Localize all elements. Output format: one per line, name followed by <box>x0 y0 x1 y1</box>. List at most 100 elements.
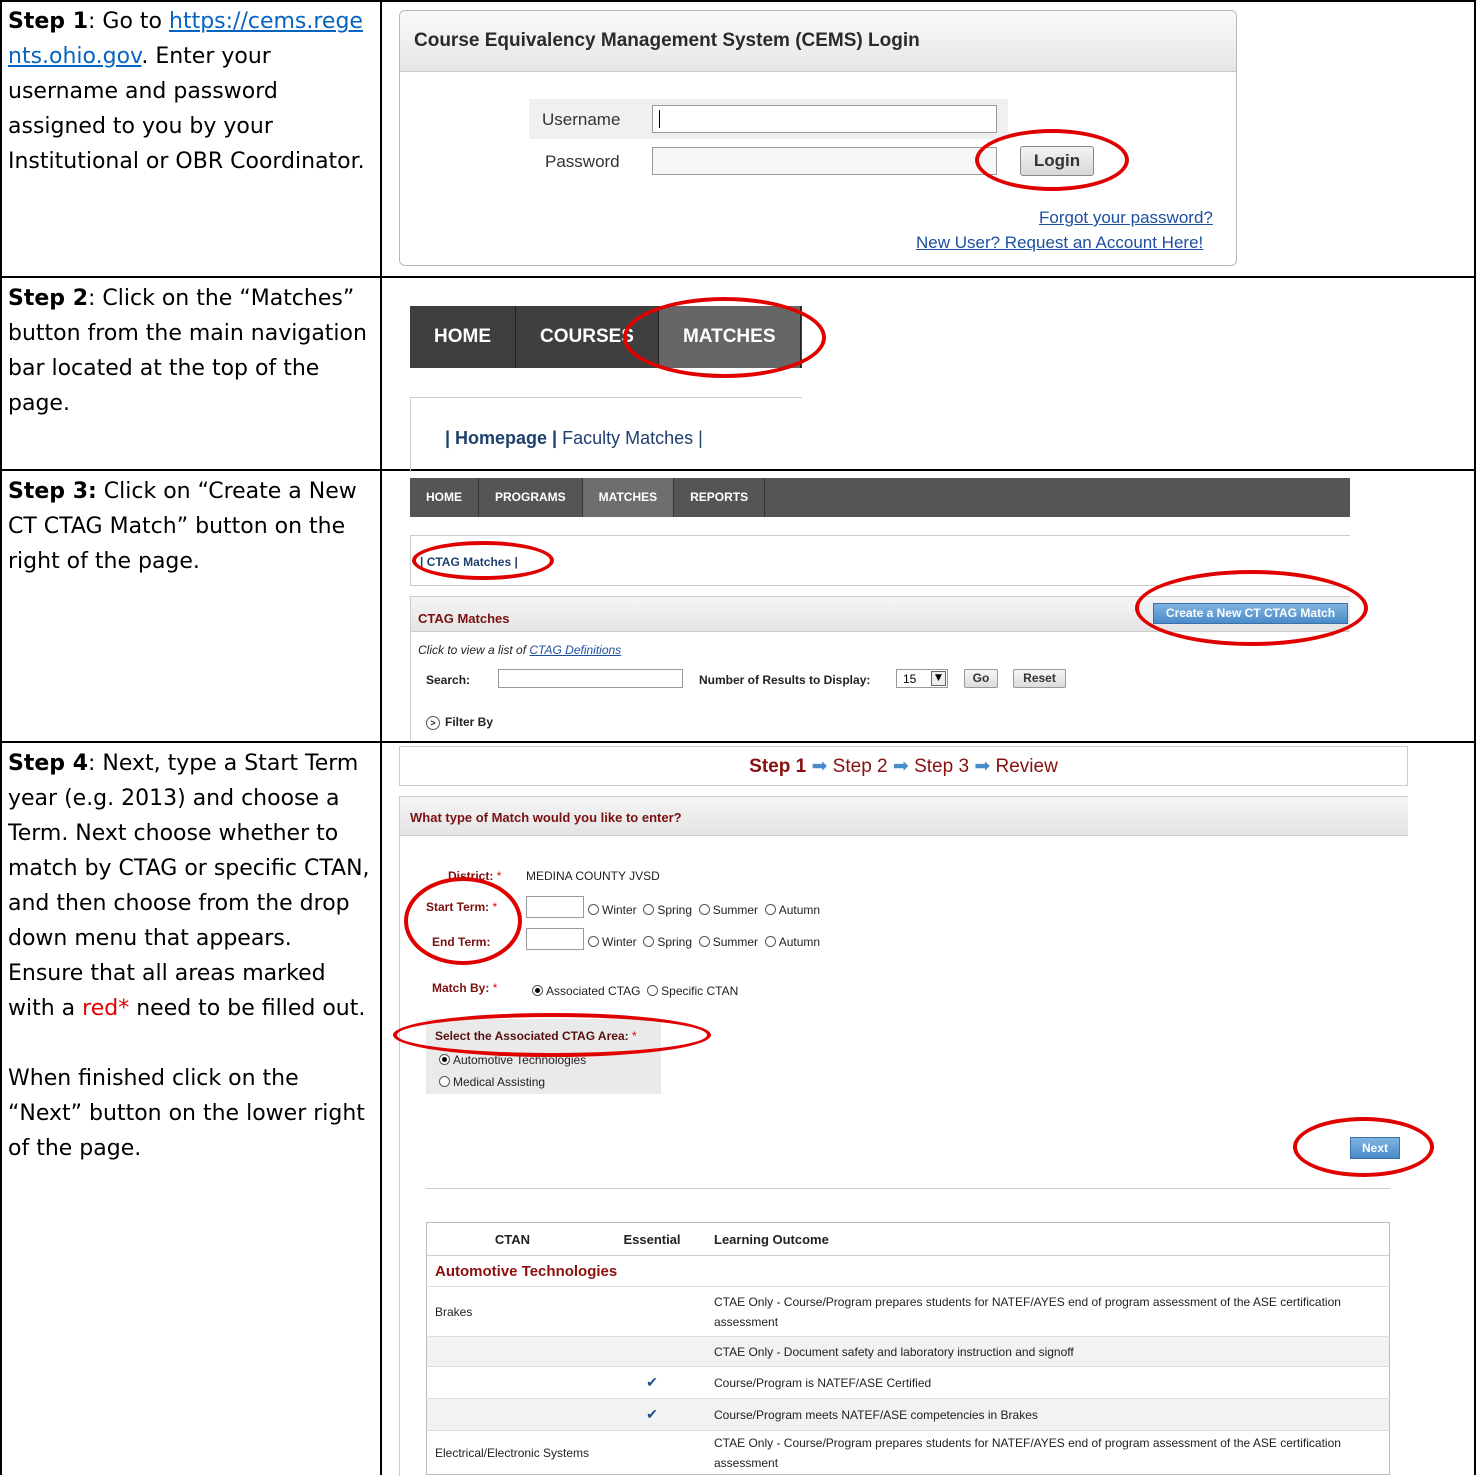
username-input[interactable] <box>652 105 997 133</box>
radio-icon <box>698 936 710 947</box>
end-term-field: End Term: <box>432 935 490 949</box>
row-divider-3 <box>0 741 1476 743</box>
ctag-automotive-label: Automotive Technologies <box>453 1053 587 1067</box>
required-mark: * <box>496 869 502 883</box>
go-button[interactable]: Go <box>964 669 998 688</box>
start-spring[interactable]: Spring <box>643 903 692 917</box>
nav3-reports[interactable]: REPORTS <box>674 478 766 517</box>
match-type-title: What type of Match would you like to ent… <box>410 810 682 825</box>
reset-button[interactable]: Reset <box>1013 669 1066 688</box>
radio-icon <box>588 904 599 915</box>
cell-ctan: Brakes <box>426 1286 598 1337</box>
filter-by-label: Filter By <box>445 715 494 729</box>
start-summer[interactable]: Summer <box>698 903 759 917</box>
start-autumn[interactable]: Autumn <box>764 903 820 917</box>
step-2-label: Step 2 <box>8 286 88 311</box>
radio-icon <box>698 904 710 915</box>
match-specific-ctan[interactable]: Specific CTAN <box>647 984 738 998</box>
end-summer-label: Summer <box>712 935 759 949</box>
radio-icon <box>764 936 776 947</box>
filter-by[interactable]: > Filter By <box>426 715 493 730</box>
district-value: MEDINA COUNTY JVSD <box>526 869 660 883</box>
end-winter[interactable]: Winter <box>588 935 637 949</box>
cell-essential <box>598 1336 706 1367</box>
ctag-matches-crumb[interactable]: | CTAG Matches | <box>420 555 518 569</box>
end-summer[interactable]: Summer <box>698 935 759 949</box>
nav-courses[interactable]: COURSES <box>516 306 659 368</box>
group-label: Automotive Technologies <box>426 1255 1390 1287</box>
district-label: District: <box>448 869 494 883</box>
ctag-area-field: Select the Associated CTAG Area: * <box>435 1029 637 1043</box>
results-value: 15 <box>903 672 917 686</box>
end-term-input[interactable] <box>526 928 584 950</box>
cell-outcome: Course/Program meets NATEF/ASE competenc… <box>706 1398 1390 1431</box>
wizard-step-3: Step 3 <box>914 756 970 777</box>
username-label: Username <box>542 110 621 129</box>
start-summer-label: Summer <box>712 903 759 917</box>
nav-matches[interactable]: MATCHES <box>658 306 801 368</box>
sub-nav: | Homepage | Faculty Matches | <box>410 397 802 472</box>
cell-essential <box>598 1286 706 1337</box>
nav3-home[interactable]: HOME <box>410 478 479 517</box>
check-icon: ✔ <box>598 1398 706 1431</box>
cell-ctan <box>426 1366 598 1399</box>
ctag-definitions-link[interactable]: CTAG Definitions <box>529 643 621 657</box>
forgot-password-link[interactable]: Forgot your password? <box>1039 208 1213 228</box>
col-ctan: CTAN <box>494 1231 531 1247</box>
radio-icon <box>764 904 776 915</box>
table-row: ✔ Course/Program meets NATEF/ASE compete… <box>426 1398 1390 1431</box>
chevron-right-icon: > <box>426 716 440 730</box>
cell-outcome: CTAE Only - Course/Program prepares stud… <box>706 1286 1390 1337</box>
end-spring-label: Spring <box>657 935 693 949</box>
wizard-review: Review <box>995 756 1058 777</box>
wizard-progress: Step 1 ➡ Step 2 ➡ Step 3 ➡ Review <box>399 746 1408 786</box>
step-3-instructions: Step 3: Click on “Create a New CT CTAG M… <box>8 474 373 579</box>
table-row: Electrical/Electronic Systems CTAE Only … <box>426 1430 1390 1475</box>
end-spring[interactable]: Spring <box>643 935 692 949</box>
radio-selected-icon <box>532 985 543 996</box>
red-asterisk-note: red* <box>82 996 130 1021</box>
match-by-label: Match By: <box>432 981 490 995</box>
start-winter-label: Winter <box>602 903 637 917</box>
table-border-left <box>0 0 2 1475</box>
results-label: Number of Results to Display: <box>699 673 871 687</box>
column-divider <box>380 0 382 1475</box>
create-ctag-match-button[interactable]: Create a New CT CTAG Match <box>1153 603 1348 624</box>
end-winter-label: Winter <box>602 935 637 949</box>
nav3-programs[interactable]: PROGRAMS <box>479 478 583 517</box>
table-row: CTAE Only - Document safety and laborato… <box>426 1336 1390 1367</box>
start-term-input[interactable] <box>526 896 584 918</box>
login-button[interactable]: Login <box>1020 146 1094 176</box>
sub-nav-faculty-matches[interactable]: Faculty Matches | <box>562 428 703 448</box>
definitions-text: Click to view a list of CTAG Definitions <box>418 643 621 657</box>
cell-essential <box>598 1430 706 1475</box>
row-divider-1 <box>0 276 1476 278</box>
table-row: Brakes CTAE Only - Course/Program prepar… <box>426 1286 1390 1337</box>
chevron-down-icon: ▼ <box>931 671 946 686</box>
nav-home[interactable]: HOME <box>410 306 516 368</box>
match-associated-ctag-label: Associated CTAG <box>546 984 641 998</box>
step-1-label: Step 1 <box>8 9 88 34</box>
results-select[interactable]: 15 ▼ <box>896 669 948 688</box>
cell-ctan <box>426 1336 598 1367</box>
start-winter[interactable]: Winter <box>588 903 637 917</box>
step-2-instructions: Step 2: Click on the “Matches” button fr… <box>8 281 373 421</box>
sub-nav-homepage[interactable]: | Homepage | <box>445 428 557 448</box>
next-button[interactable]: Next <box>1350 1137 1400 1159</box>
cell-outcome: Course/Program is NATEF/ASE Certified <box>706 1366 1390 1399</box>
search-input[interactable] <box>498 669 683 688</box>
step-4-instructions: Step 4: Next, type a Start Term year (e.… <box>8 746 373 1166</box>
match-associated-ctag[interactable]: Associated CTAG <box>532 984 640 998</box>
ctag-automotive[interactable]: Automotive Technologies <box>439 1053 586 1067</box>
nav3-matches[interactable]: MATCHES <box>582 478 675 517</box>
ctag-medical-label: Medical Assisting <box>453 1075 546 1089</box>
table-row: ✔ Course/Program is NATEF/ASE Certified <box>426 1366 1390 1399</box>
end-autumn[interactable]: Autumn <box>764 935 820 949</box>
match-specific-ctan-label: Specific CTAN <box>661 984 739 998</box>
col-essential: Essential <box>623 1231 681 1247</box>
password-input[interactable] <box>652 147 997 175</box>
ctag-medical[interactable]: Medical Assisting <box>439 1075 545 1089</box>
request-account-link[interactable]: New User? Request an Account Here! <box>916 233 1203 253</box>
required-mark: * <box>492 981 498 995</box>
ctag-nav-bar: HOME PROGRAMS MATCHES REPORTS <box>410 478 1350 517</box>
